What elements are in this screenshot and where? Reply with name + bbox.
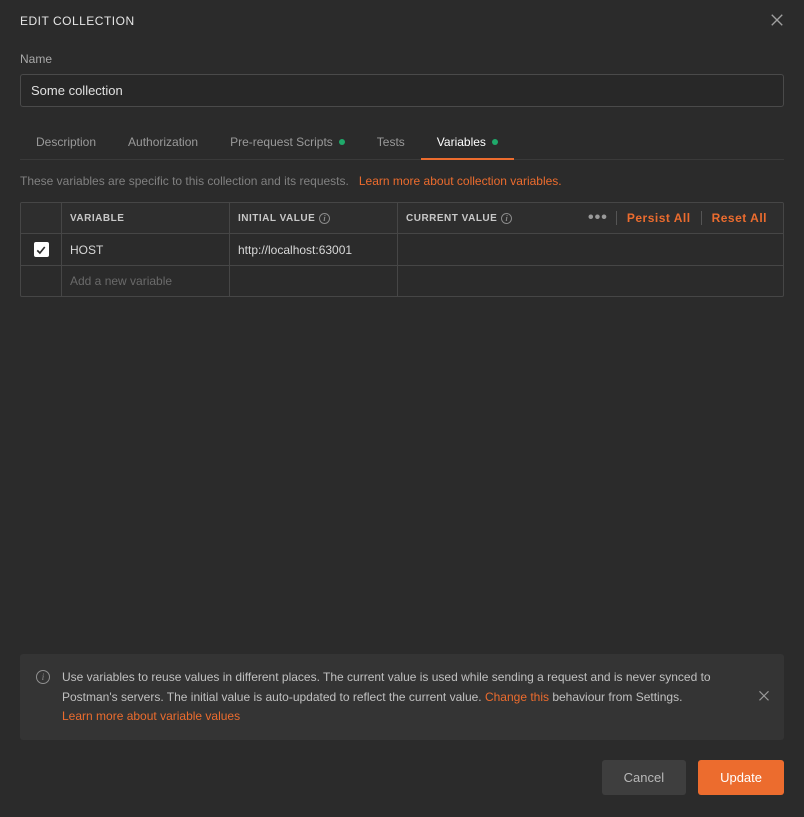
name-label: Name xyxy=(20,52,784,66)
header-checkbox-cell xyxy=(21,203,61,233)
banner-text-2: behaviour from Settings. xyxy=(549,690,682,704)
indicator-dot-icon xyxy=(492,139,498,145)
tab-tests[interactable]: Tests xyxy=(361,125,421,159)
current-value-cell[interactable] xyxy=(397,234,783,265)
row-checkbox-cell xyxy=(21,234,61,265)
banner-text: Use variables to reuse values in differe… xyxy=(62,668,768,726)
header-current-value: CURRENT VALUE i ••• Persist All Reset Al… xyxy=(397,203,783,233)
close-icon[interactable] xyxy=(770,12,784,30)
initial-value-cell[interactable] xyxy=(229,266,397,296)
learn-more-collection-variables-link[interactable]: Learn more about collection variables. xyxy=(359,174,562,188)
tab-prerequest-scripts[interactable]: Pre-request Scripts xyxy=(214,125,361,159)
change-this-link[interactable]: Change this xyxy=(485,690,549,704)
tab-label: Description xyxy=(36,135,96,149)
dialog-header: EDIT COLLECTION xyxy=(0,0,804,42)
row-enabled-checkbox[interactable] xyxy=(34,242,49,257)
header-initial-label: INITIAL VALUE xyxy=(238,213,315,224)
header-current-label: CURRENT VALUE xyxy=(406,213,497,224)
dialog-title: EDIT COLLECTION xyxy=(20,14,135,28)
info-icon: i xyxy=(36,670,50,684)
variables-table: VARIABLE INITIAL VALUE i CURRENT VALUE i… xyxy=(20,202,784,297)
cancel-button[interactable]: Cancel xyxy=(602,760,686,795)
collection-name-input[interactable] xyxy=(20,74,784,107)
banner-close-icon[interactable] xyxy=(758,686,770,708)
tab-label: Variables xyxy=(437,135,486,149)
tab-label: Pre-request Scripts xyxy=(230,135,333,149)
indicator-dot-icon xyxy=(339,139,345,145)
tab-description[interactable]: Description xyxy=(20,125,112,159)
reset-all-button[interactable]: Reset All xyxy=(702,211,777,225)
learn-more-variable-values-link[interactable]: Learn more about variable values xyxy=(62,709,240,723)
current-value-cell[interactable] xyxy=(397,266,783,296)
table-row-new: Add a new variable xyxy=(21,265,783,296)
header-actions: ••• Persist All Reset All xyxy=(580,209,777,227)
tabs: Description Authorization Pre-request Sc… xyxy=(20,125,784,160)
row-checkbox-cell xyxy=(21,266,61,296)
tab-label: Authorization xyxy=(128,135,198,149)
dialog-footer: Cancel Update xyxy=(0,740,804,817)
persist-all-button[interactable]: Persist All xyxy=(617,211,701,225)
info-icon[interactable]: i xyxy=(319,213,330,224)
header-initial-value: INITIAL VALUE i xyxy=(229,203,397,233)
spacer xyxy=(20,297,784,654)
variable-name-cell[interactable]: HOST xyxy=(61,234,229,265)
hint-text: These variables are specific to this col… xyxy=(20,174,349,188)
variable-info-banner: i Use variables to reuse values in diffe… xyxy=(20,654,784,740)
add-variable-cell[interactable]: Add a new variable xyxy=(61,266,229,296)
more-options-icon[interactable]: ••• xyxy=(580,209,616,227)
initial-value-cell[interactable]: http://localhost:63001 xyxy=(229,234,397,265)
header-variable: VARIABLE xyxy=(61,203,229,233)
tab-authorization[interactable]: Authorization xyxy=(112,125,214,159)
update-button[interactable]: Update xyxy=(698,760,784,795)
edit-collection-dialog: EDIT COLLECTION Name Description Authori… xyxy=(0,0,804,817)
tab-variables[interactable]: Variables xyxy=(421,125,514,159)
table-row: HOST http://localhost:63001 xyxy=(21,233,783,265)
dialog-content: Name Description Authorization Pre-reque… xyxy=(0,42,804,654)
scope-hint: These variables are specific to this col… xyxy=(20,174,784,188)
tab-label: Tests xyxy=(377,135,405,149)
table-header-row: VARIABLE INITIAL VALUE i CURRENT VALUE i… xyxy=(21,203,783,233)
info-icon[interactable]: i xyxy=(501,213,512,224)
